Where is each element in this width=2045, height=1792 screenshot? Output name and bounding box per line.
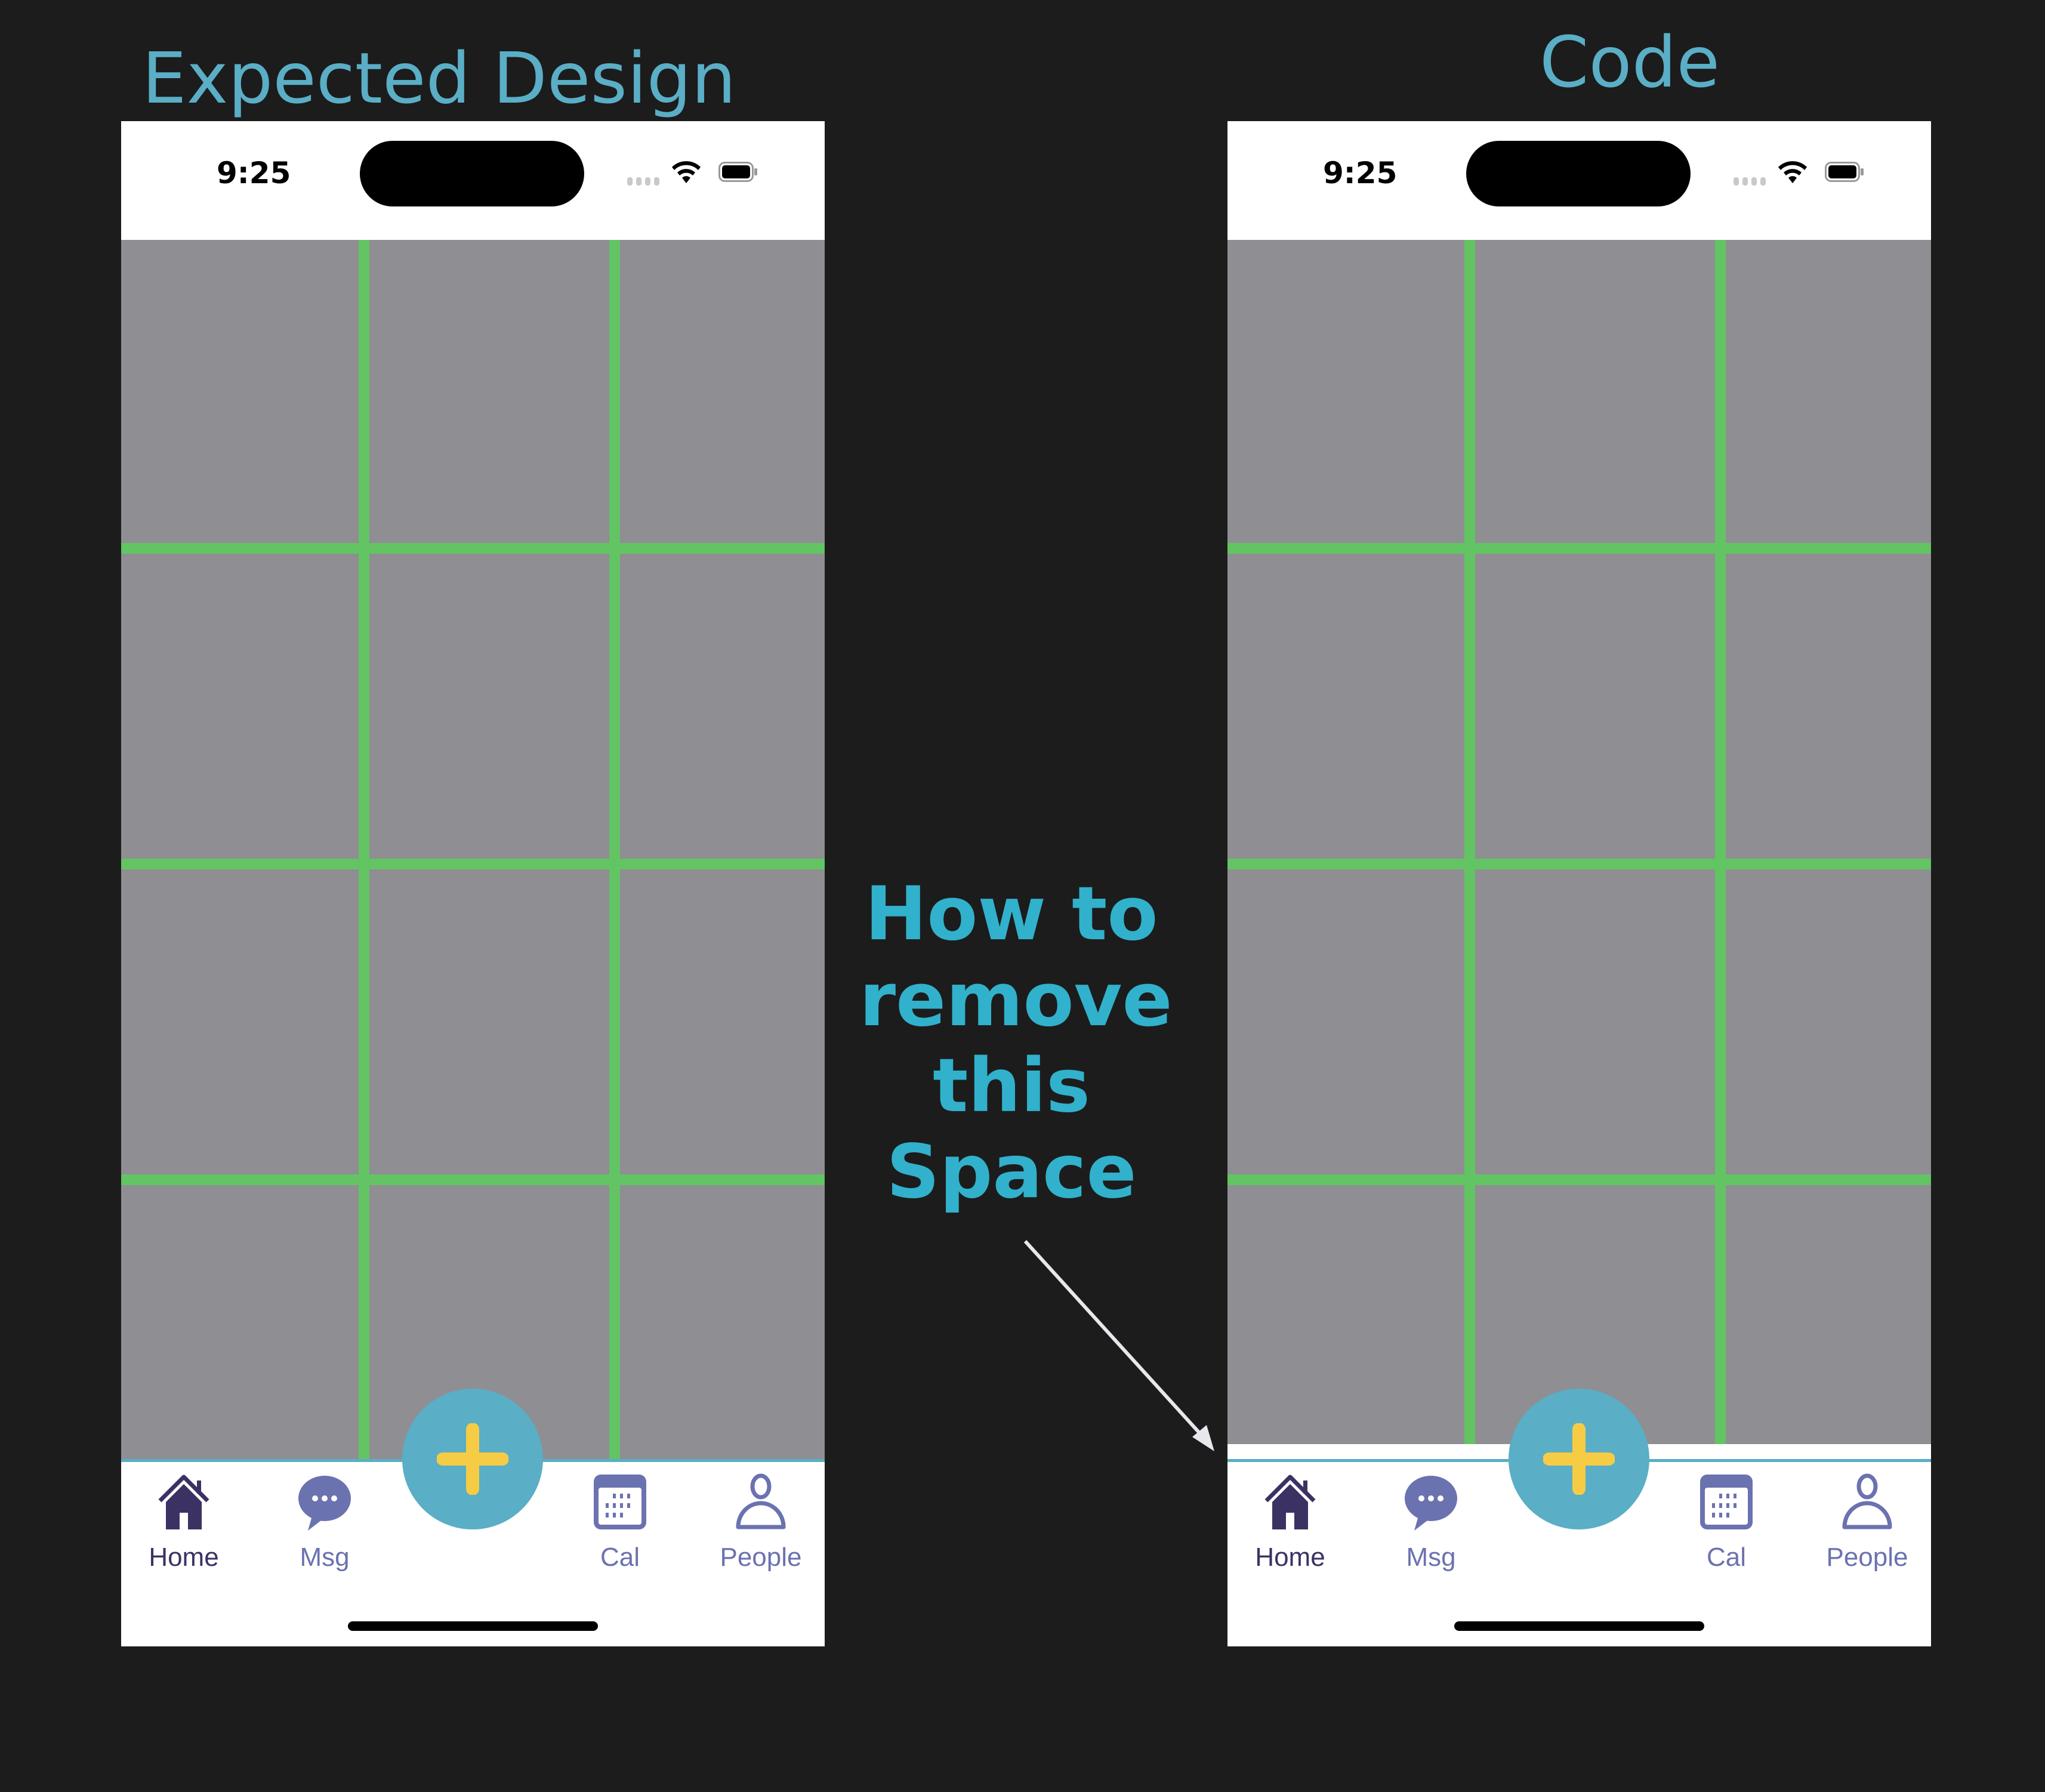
tab-cal[interactable]: Cal [1667,1472,1786,1572]
phone-expected: 9:25 Home Msg Cal People [121,121,825,1646]
grid-line-horizontal [121,1174,825,1185]
expected-design-title: Expected Design [142,37,736,119]
tab-label: Cal [600,1543,640,1572]
plus-icon [1543,1423,1615,1495]
phone-code: 9:25 Home Msg Cal People [1227,121,1931,1646]
annotation-line: Space [886,1129,1137,1215]
tab-label: People [1826,1543,1908,1572]
code-title: Code [1540,21,1720,103]
tab-bar: Home Msg Cal People [121,1389,825,1646]
tab-msg[interactable]: Msg [1371,1472,1491,1572]
tab-label: Home [149,1543,219,1572]
annotation-line: How to [865,871,1158,957]
person-icon [1842,1473,1892,1529]
grid-line-horizontal [121,543,825,554]
annotation-text: How to remove this Space [859,871,1173,1215]
house-icon [158,1475,209,1529]
dynamic-island [1466,141,1691,206]
status-time: 9:25 [217,156,291,190]
status-bar: 9:25 [1227,121,1931,240]
cellular-signal-icon [1734,177,1766,186]
status-bar: 9:25 [121,121,825,240]
content-grid [121,240,825,1459]
tab-label: Msg [1406,1543,1456,1572]
plus-icon [437,1423,508,1495]
tab-msg[interactable]: Msg [265,1472,384,1572]
content-grid [1227,240,1931,1444]
wifi-icon [1778,161,1807,183]
tab-label: Msg [300,1543,350,1572]
person-icon [736,1473,786,1529]
status-time: 9:25 [1323,156,1398,190]
annotation-line: this [933,1043,1090,1129]
grid-line-horizontal [1227,859,1931,869]
wifi-icon [672,161,701,183]
grid-line-vertical [359,240,369,1459]
grid-line-horizontal [121,859,825,869]
grid-line-vertical [1464,240,1475,1444]
tab-bar: Home Msg Cal People [1227,1389,1931,1646]
add-fab-button[interactable] [402,1389,543,1529]
chat-bubble-icon [1405,1476,1457,1531]
tab-home[interactable]: Home [124,1472,243,1572]
home-indicator [1454,1621,1704,1631]
house-icon [1264,1475,1316,1529]
tab-label: Cal [1706,1543,1747,1572]
annotation-line: remove [859,957,1173,1043]
tab-label: People [720,1543,802,1572]
battery-icon [1825,162,1864,182]
add-fab-button[interactable] [1509,1389,1649,1529]
chat-bubble-icon [298,1476,351,1531]
cellular-signal-icon [627,177,659,186]
grid-line-vertical [609,240,620,1459]
calendar-icon [594,1475,646,1529]
battery-icon [718,162,757,182]
calendar-icon [1700,1475,1753,1529]
tab-people[interactable]: People [1808,1472,1927,1572]
grid-line-horizontal [1227,1174,1931,1185]
grid-line-horizontal [1227,543,1931,554]
grid-line-vertical [1715,240,1726,1444]
tab-people[interactable]: People [701,1472,821,1572]
tab-cal[interactable]: Cal [560,1472,680,1572]
home-indicator [348,1621,598,1631]
tab-label: Home [1255,1543,1325,1572]
dynamic-island [360,141,584,206]
annotation-arrow [1023,1239,1214,1451]
tab-home[interactable]: Home [1230,1472,1350,1572]
